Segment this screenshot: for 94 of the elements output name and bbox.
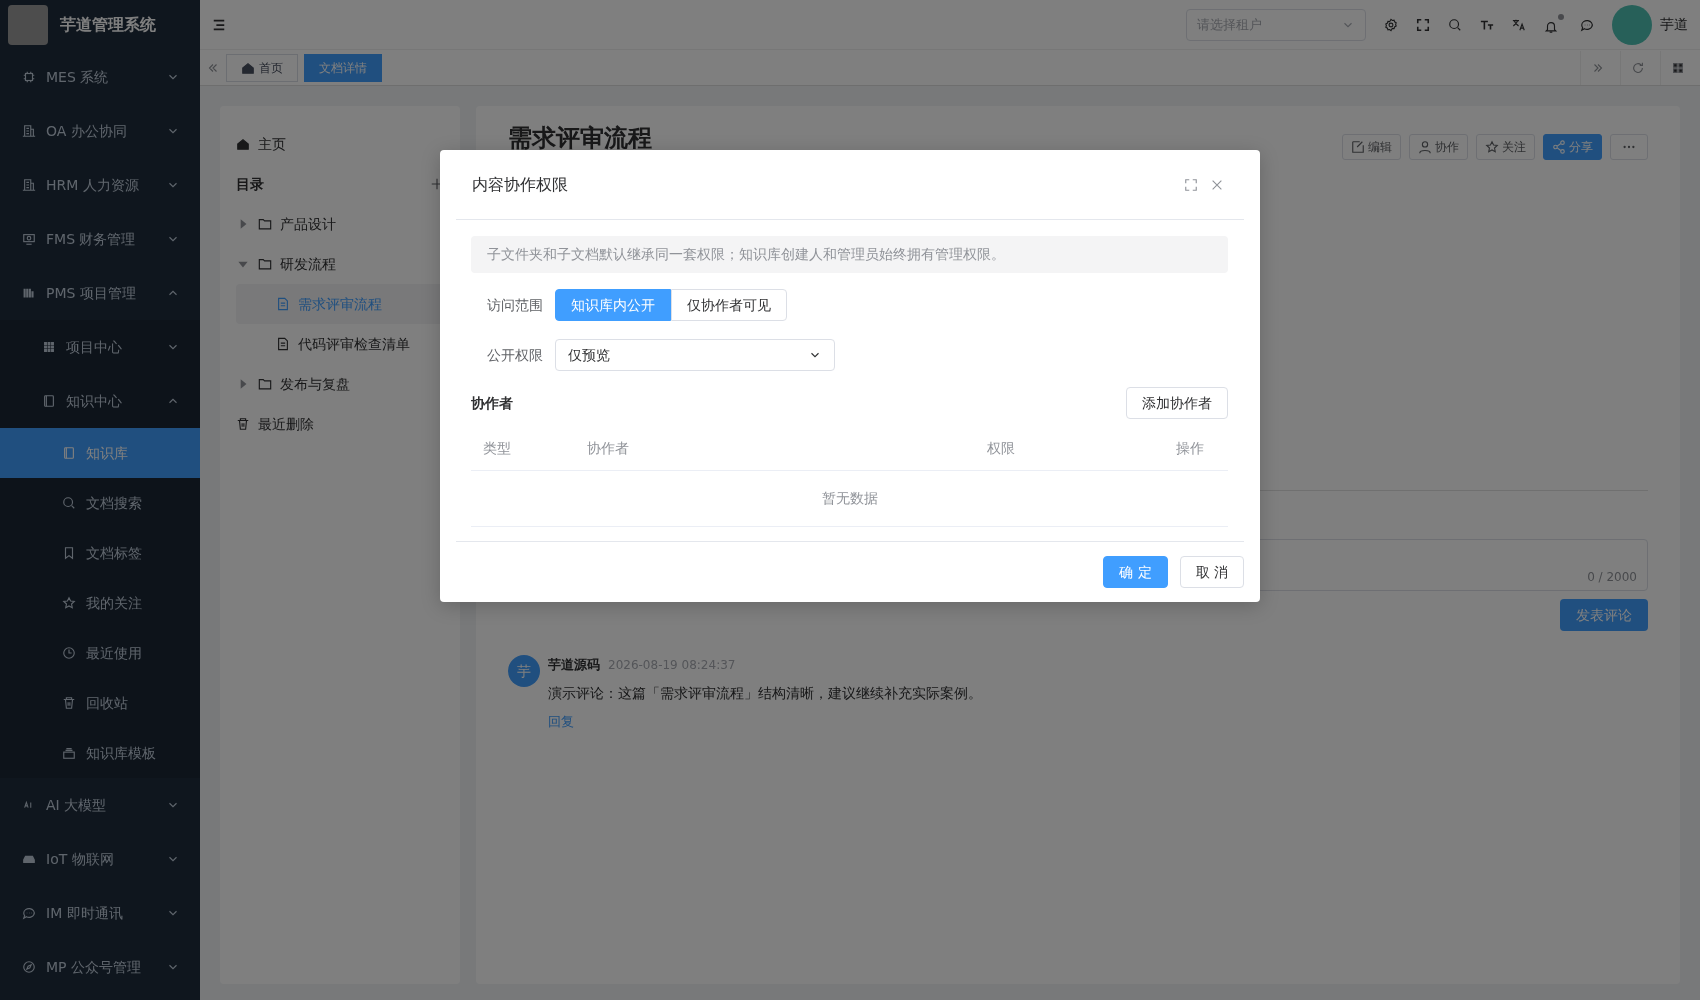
dialog-button[interactable]: 确 定 bbox=[1103, 556, 1168, 588]
column-header: 协作者 bbox=[587, 440, 629, 456]
folder-icon bbox=[258, 217, 272, 231]
hint-text: 子文件夹和子文档默认继承同一套权限；知识库创建人和管理员始终拥有管理权限。 bbox=[471, 236, 1228, 273]
column-header: 操作 bbox=[1176, 440, 1204, 456]
column-header: 权限 bbox=[987, 440, 1015, 456]
dialog-button[interactable]: 取 消 bbox=[1179, 556, 1244, 588]
compass-icon bbox=[22, 960, 36, 974]
grid-icon[interactable] bbox=[1670, 60, 1685, 75]
book-icon bbox=[62, 446, 76, 460]
trash-icon bbox=[236, 417, 250, 431]
action-button[interactable]: 编辑 bbox=[1342, 134, 1401, 160]
sidebar-item[interactable]: 知识库 bbox=[0, 428, 200, 478]
submit-comment-button[interactable]: 发表评论 bbox=[1560, 599, 1648, 631]
clock-icon bbox=[62, 646, 76, 660]
building-icon bbox=[22, 178, 36, 192]
trash-link[interactable]: 最近删除 bbox=[258, 413, 314, 435]
home-icon bbox=[241, 60, 255, 75]
home-link[interactable]: 主页 bbox=[258, 133, 286, 155]
sidebar-item[interactable]: IM 即时通讯 bbox=[0, 886, 200, 940]
sidebar-item[interactable]: OA 办公协同 bbox=[0, 104, 200, 158]
sidebar-item[interactable]: 我的关注 bbox=[0, 578, 200, 628]
bookmark-icon bbox=[62, 546, 76, 560]
bar-chart-icon bbox=[22, 286, 36, 300]
translate-icon[interactable] bbox=[1512, 17, 1526, 32]
sidebar-item[interactable]: IoT 物联网 bbox=[0, 832, 200, 886]
action-button[interactable]: 协作 bbox=[1409, 134, 1468, 160]
scope-option[interactable]: 仅协作者可见 bbox=[671, 289, 787, 321]
building-icon bbox=[22, 124, 36, 138]
sidebar-item[interactable]: 文档搜索 bbox=[0, 478, 200, 528]
fullscreen-icon[interactable] bbox=[1416, 17, 1430, 32]
catalog-heading: 目录 bbox=[236, 174, 264, 194]
sidebar-item[interactable]: FMS 财务管理 bbox=[0, 212, 200, 266]
edit-icon bbox=[1351, 140, 1365, 154]
comment-text: 演示评论：这篇「需求评审流程」结构清晰，建议继续补充实际案例。 bbox=[548, 683, 982, 703]
field-label: 访问范围 bbox=[486, 295, 544, 315]
sidebar-item[interactable]: 文档标签 bbox=[0, 528, 200, 578]
sidebar-item[interactable]: MES 系统 bbox=[0, 50, 200, 104]
page-tab[interactable]: 首页 bbox=[226, 53, 298, 82]
grid-icon bbox=[42, 340, 56, 354]
chat-icon bbox=[22, 906, 36, 920]
document-icon bbox=[276, 337, 290, 351]
trash-icon bbox=[62, 696, 76, 710]
star-icon bbox=[62, 596, 76, 610]
folder-icon bbox=[258, 377, 272, 391]
sidebar-item[interactable]: 知识库模板 bbox=[0, 728, 200, 778]
permission-select[interactable]: 仅预览 bbox=[555, 339, 835, 371]
sidebar-item[interactable]: MP 公众号管理 bbox=[0, 940, 200, 994]
fullscreen-icon[interactable] bbox=[1184, 177, 1198, 192]
settings-icon[interactable] bbox=[1384, 17, 1398, 32]
book-icon bbox=[42, 394, 56, 408]
page-tab[interactable]: 文档详情 bbox=[304, 53, 382, 82]
dialog-title: 内容协作权限 bbox=[472, 173, 569, 196]
chip-icon bbox=[22, 70, 36, 84]
sidebar-item[interactable]: 最近使用 bbox=[0, 628, 200, 678]
sidebar-item[interactable]: 知识中心 bbox=[0, 374, 200, 428]
document-icon bbox=[276, 297, 290, 311]
scope-option[interactable]: 知识库内公开 bbox=[555, 289, 671, 321]
logo-image bbox=[8, 5, 48, 45]
star-icon bbox=[1485, 140, 1499, 154]
empty-text: 暂无数据 bbox=[821, 489, 878, 508]
field-label: 公开权限 bbox=[486, 345, 544, 365]
app-title: 芋道管理系统 bbox=[60, 14, 156, 36]
reply-link[interactable]: 回复 bbox=[548, 711, 574, 731]
sidebar-item[interactable]: 回收站 bbox=[0, 678, 200, 728]
chat-icon[interactable] bbox=[1580, 17, 1594, 32]
home-icon bbox=[236, 137, 250, 151]
tree-node[interactable]: 代码评审检查清单 bbox=[236, 324, 444, 364]
comment-avatar: 芋 bbox=[508, 655, 540, 687]
menu-icon bbox=[212, 17, 226, 32]
user-name[interactable]: 芋道 bbox=[1660, 14, 1688, 35]
action-button[interactable]: 分享 bbox=[1543, 134, 1602, 160]
sidebar-item[interactable]: 项目中心 bbox=[0, 320, 200, 374]
tree-node[interactable]: 发布与复盘 bbox=[236, 364, 444, 404]
column-header: 类型 bbox=[483, 440, 511, 456]
search-icon bbox=[62, 496, 76, 510]
document-title: 需求评审流程 bbox=[508, 123, 652, 154]
sidebar-item[interactable]: HRM 人力资源 bbox=[0, 158, 200, 212]
refresh-icon[interactable] bbox=[1630, 60, 1645, 75]
sidebar-item[interactable]: AI 大模型 bbox=[0, 778, 200, 832]
share-icon bbox=[1552, 140, 1566, 154]
sidebar-item[interactable]: PMS 项目管理 bbox=[0, 266, 200, 320]
section-heading: 协作者 bbox=[471, 393, 513, 413]
comment-author: 芋道源码 bbox=[548, 656, 600, 674]
stack-icon bbox=[62, 746, 76, 760]
add-collaborator-button[interactable]: 添加协作者 bbox=[1126, 387, 1228, 419]
monitor-icon bbox=[22, 232, 36, 246]
folder-icon bbox=[258, 257, 272, 271]
tree-node[interactable]: 研发流程 bbox=[236, 244, 444, 284]
search-icon[interactable] bbox=[1448, 17, 1462, 32]
user-icon bbox=[1418, 140, 1432, 154]
action-button[interactable]: 关注 bbox=[1476, 134, 1535, 160]
bell-icon[interactable] bbox=[1544, 19, 1558, 34]
tree-node[interactable]: 产品设计 bbox=[236, 204, 444, 244]
